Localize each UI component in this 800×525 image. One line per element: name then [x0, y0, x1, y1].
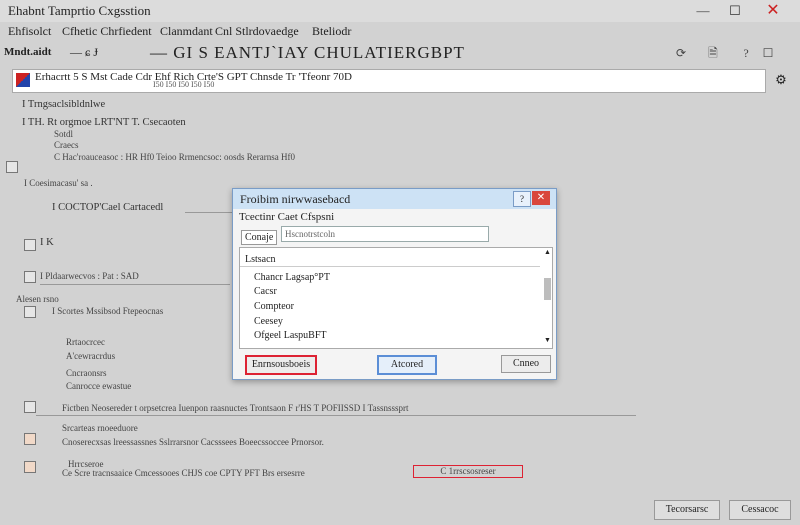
scrollbar-thumb[interactable]: [544, 278, 551, 300]
toolbar: Mndt.aidt — ɕ Ɉ — GI S EANTJ`IAY CHULATI…: [0, 42, 800, 64]
list-item[interactable]: Rrtaocrcec: [66, 337, 105, 347]
list-item[interactable]: I Coesimacasu' sa .: [24, 178, 93, 188]
dialog-field-label: Conaje: [241, 230, 278, 245]
divider: [36, 415, 636, 416]
toolbar-title: — GI S EANTJ`IAY CHULATIERGBPT: [150, 43, 465, 62]
list-item[interactable]: Ceesey: [254, 316, 283, 327]
app-logo-icon: [16, 73, 30, 87]
list-item[interactable]: I Scortes Mssibsod Ftepeocnas: [52, 306, 163, 316]
toolbar-label: Mndt.aidt: [4, 46, 52, 58]
list-item[interactable]: I K: [40, 237, 54, 248]
subheader: Ehfisolct Cfhetic Chrfiedent Clanmdant C…: [0, 22, 800, 40]
file-icon[interactable]: [24, 433, 36, 445]
dialog-close-button[interactable]: ✕: [532, 191, 550, 205]
list-item[interactable]: Craecs: [54, 140, 79, 150]
highlighted-value[interactable]: C 1rrscsosreser: [413, 465, 523, 478]
footer-button-primary[interactable]: Tecorsarsc: [654, 500, 720, 520]
list-item[interactable]: Fictben Neosereder t orpsetcrea Iuenpon …: [62, 403, 408, 413]
footer-button-secondary[interactable]: Cessacoc: [729, 500, 791, 520]
list-item[interactable]: Ce Scre tracnsaaice Cmcessooes CHJS coe …: [62, 468, 305, 478]
refresh-icon[interactable]: ⟳: [673, 45, 689, 61]
list-header: Lstsacn: [245, 254, 276, 265]
document-icon[interactable]: 🗎: [705, 45, 721, 61]
file-icon[interactable]: [24, 461, 36, 473]
list-item[interactable]: C Hac'roauceasoc : HR Hf0 Teioo Rrmencso…: [54, 152, 295, 162]
dialog-subtitle: Tcectinr Caet Cfspsni: [239, 211, 335, 223]
maximize-button[interactable]: ☐: [722, 2, 748, 20]
subheader-part[interactable]: Ehfisolct: [8, 24, 51, 39]
subheader-part[interactable]: Cfhetic Chrfiedent: [62, 24, 152, 39]
list-item[interactable]: I Pldaarwecvos : Pat : SAD: [40, 271, 139, 281]
search-bar-subtext: I50 I50 I50 I50 I50: [153, 80, 215, 89]
main-window: Ehabnt Tamprtio Cxgsstion — ☐ ✕ Ehfisolc…: [0, 0, 800, 525]
list-item[interactable]: Cnoserecxsas lreessassnes Sslrrarsnor Ca…: [62, 437, 324, 447]
scroll-up-icon[interactable]: ▲: [543, 248, 552, 258]
list-item[interactable]: A'cewracrdus: [66, 351, 115, 361]
dialog-list[interactable]: Lstsacn Chancr Lagsap°PT Cacsr Compteor …: [239, 247, 553, 349]
dialog-accept-button[interactable]: Atcored: [377, 355, 437, 375]
close-button[interactable]: ✕: [760, 2, 786, 20]
toolbar-checkbox[interactable]: ☐: [760, 45, 776, 61]
dialog-title-bar: Froibim nirwwasebacd ? ✕: [233, 189, 556, 209]
dialog-cancel-button[interactable]: Cnneo: [501, 355, 551, 373]
list-item[interactable]: Compteor: [254, 301, 294, 312]
title-bar: Ehabnt Tamprtio Cxgsstion — ☐ ✕: [0, 0, 800, 22]
list-item[interactable]: I TH. Rt orgmoe LRT'NT T. Csecaoten: [22, 117, 186, 128]
list-item[interactable]: Canrocce ewastue: [66, 381, 131, 391]
dialog-help-button[interactable]: ?: [513, 191, 531, 207]
subheader-part[interactable]: Cnl Stlrdovaedge: [215, 24, 299, 39]
dialog-left-button[interactable]: Enrnsousboeis: [245, 355, 317, 375]
settings-icon[interactable]: ⚙: [773, 72, 789, 88]
list-item[interactable]: I Trngsaclsibldnlwe: [22, 99, 105, 110]
window-title: Ehabnt Tamprtio Cxgsstion: [8, 3, 151, 18]
minimize-button[interactable]: —: [690, 2, 716, 20]
dialog-search-input[interactable]: Hscnotrstcoln: [281, 226, 489, 242]
checkbox-icon[interactable]: [24, 271, 36, 283]
dialog-title: Froibim nirwwasebacd: [240, 192, 351, 206]
list-item[interactable]: Cacsr: [254, 286, 277, 297]
scroll-down-icon[interactable]: ▼: [543, 336, 552, 346]
subheader-part[interactable]: Clanmdant: [160, 24, 213, 39]
list-item[interactable]: Sotdl: [54, 129, 73, 139]
subheader-part[interactable]: Bteliodr: [312, 24, 351, 39]
list-item[interactable]: I COCTOP'Cael Cartacedl: [52, 202, 163, 213]
list-item[interactable]: Cncraonsrs: [66, 368, 107, 378]
dialog: Froibim nirwwasebacd ? ✕ Tcectinr Caet C…: [232, 188, 557, 380]
divider: [185, 212, 235, 213]
expand-icon[interactable]: [6, 161, 18, 173]
list-divider: [240, 266, 540, 267]
divider: [40, 284, 230, 285]
search-bar[interactable]: Erhacrtt 5 S Mst Cade Cdr Ehf Rich Crte'…: [12, 69, 766, 93]
toolbar-glyphs: — ɕ Ɉ: [70, 45, 98, 59]
checkbox-icon[interactable]: [24, 239, 36, 251]
list-item[interactable]: Chancr Lagsap°PT: [254, 272, 330, 283]
list-item[interactable]: Alesen rsno: [16, 294, 59, 304]
list-item[interactable]: Ofgeel LaspuBFT: [254, 330, 327, 341]
list-item[interactable]: Srcarteas rnoeeduore: [62, 423, 138, 433]
checkbox-icon[interactable]: [24, 306, 36, 318]
expand-icon[interactable]: [24, 401, 36, 413]
help-icon[interactable]: ?: [738, 45, 754, 61]
